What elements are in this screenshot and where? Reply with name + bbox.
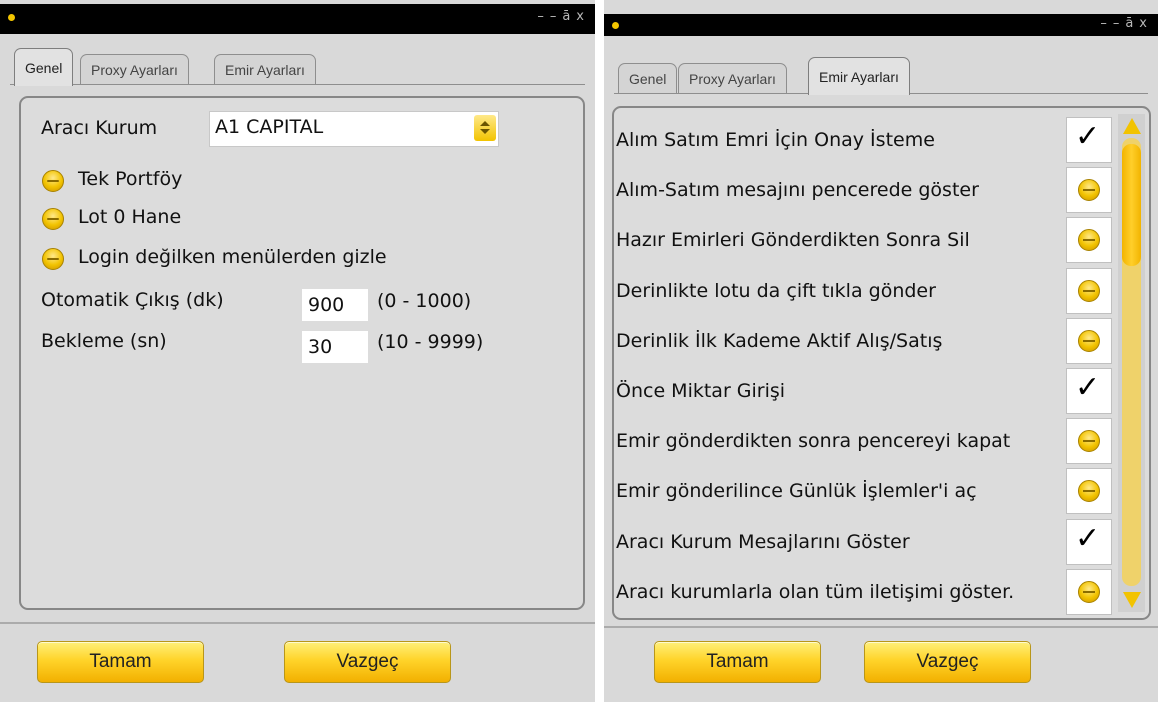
emir-option-checkbox[interactable]: ✓ — [1066, 117, 1112, 163]
emir-option-checkbox[interactable] — [1066, 167, 1112, 213]
checkmark-icon: ✓ — [1075, 366, 1100, 410]
emir-option-label: Emir gönderilince Günlük İşlemler'i aç — [616, 480, 977, 502]
lot-0-hane-label: Lot 0 Hane — [78, 206, 182, 228]
bekleme-range: (10 - 9999) — [377, 331, 484, 353]
emir-option-checkbox[interactable] — [1066, 318, 1112, 364]
scroll-down-icon[interactable] — [1123, 592, 1141, 608]
cancel-button[interactable]: Vazgeç — [284, 641, 451, 683]
tab-emir[interactable]: Emir Ayarları — [214, 54, 316, 85]
tek-portfoy-toggle[interactable] — [42, 170, 64, 192]
shade-button[interactable]: – — [550, 9, 560, 24]
tab-panel-border — [10, 84, 585, 85]
bekleme-label: Bekleme (sn) — [41, 330, 167, 352]
login-gizle-toggle[interactable] — [42, 248, 64, 270]
close-button[interactable]: x — [1139, 16, 1150, 31]
otomatik-cikis-value: 900 — [308, 294, 345, 316]
unchecked-indicator-icon — [1078, 581, 1100, 603]
unchecked-indicator-icon — [1078, 430, 1100, 452]
lot-0-hane-toggle[interactable] — [42, 208, 64, 230]
bekleme-input[interactable]: 30 — [302, 331, 368, 363]
title-bar: – – ā x — [604, 14, 1158, 36]
maximize-button[interactable]: ā — [1125, 16, 1136, 31]
bekleme-value: 30 — [308, 336, 333, 358]
login-gizle-label: Login değilken menülerden gizle — [78, 246, 387, 268]
unchecked-indicator-icon — [1078, 280, 1100, 302]
tab-emir[interactable]: Emir Ayarları — [808, 57, 910, 95]
emir-option-checkbox[interactable]: ✓ — [1066, 519, 1112, 565]
emir-scrollbar[interactable] — [1118, 114, 1145, 612]
emir-option-label: Alım Satım Emri İçin Onay İsteme — [616, 129, 935, 151]
emir-option-checkbox[interactable] — [1066, 468, 1112, 514]
emir-option-label: Aracı kurumlarla olan tüm iletişimi göst… — [616, 581, 1015, 603]
window-controls: – – ā x — [1097, 16, 1150, 31]
emir-option-label: Alım-Satım mesajını pencerede göster — [616, 179, 979, 201]
shade-button[interactable]: – — [1113, 16, 1123, 31]
window-controls: – – ā x — [534, 9, 587, 24]
maximize-button[interactable]: ā — [562, 9, 573, 24]
emir-option-label: Önce Miktar Girişi — [616, 380, 786, 402]
tab-proxy[interactable]: Proxy Ayarları — [80, 54, 189, 85]
button-bar-separator — [0, 622, 595, 624]
window-status-dot-icon — [8, 14, 15, 21]
scroll-up-icon[interactable] — [1123, 118, 1141, 134]
emir-option-label: Aracı Kurum Mesajlarını Göster — [616, 531, 910, 553]
ok-button[interactable]: Tamam — [654, 641, 821, 683]
minimize-button[interactable]: – — [1100, 16, 1110, 31]
emir-option-checkbox[interactable] — [1066, 569, 1112, 615]
emir-option-label: Derinlikte lotu da çift tıkla gönder — [616, 280, 936, 302]
emir-option-checkbox[interactable]: ✓ — [1066, 368, 1112, 414]
otomatik-cikis-input[interactable]: 900 — [302, 289, 368, 321]
dropdown-arrows-icon[interactable] — [474, 115, 496, 141]
tab-proxy[interactable]: Proxy Ayarları — [678, 63, 787, 94]
close-button[interactable]: x — [576, 9, 587, 24]
cancel-button[interactable]: Vazgeç — [864, 641, 1031, 683]
emir-option-checkbox[interactable] — [1066, 217, 1112, 263]
tek-portfoy-label: Tek Portföy — [78, 168, 183, 190]
checkmark-icon: ✓ — [1075, 517, 1100, 561]
checkmark-icon: ✓ — [1075, 115, 1100, 159]
tab-genel[interactable]: Genel — [618, 63, 678, 94]
araci-kurum-label: Aracı Kurum — [41, 117, 158, 139]
unchecked-indicator-icon — [1078, 330, 1100, 352]
otomatik-cikis-label: Otomatik Çıkış (dk) — [41, 289, 224, 311]
otomatik-cikis-range: (0 - 1000) — [377, 290, 472, 312]
emir-option-label: Hazır Emirleri Gönderdikten Sonra Sil — [616, 229, 970, 251]
ok-button[interactable]: Tamam — [37, 641, 204, 683]
emir-option-label: Emir gönderdikten sonra pencereyi kapat — [616, 430, 1011, 452]
emir-option-checkbox[interactable] — [1066, 268, 1112, 314]
araci-kurum-select[interactable]: A1 CAPITAL — [209, 111, 499, 147]
title-bar: – – ā x — [0, 4, 595, 34]
unchecked-indicator-icon — [1078, 229, 1100, 251]
tab-genel[interactable]: Genel — [14, 48, 74, 86]
minimize-button[interactable]: – — [537, 9, 547, 24]
window-status-dot-icon — [612, 22, 619, 29]
button-bar-separator — [604, 626, 1158, 628]
scroll-thumb[interactable] — [1122, 144, 1141, 266]
araci-kurum-value: A1 CAPITAL — [215, 116, 324, 138]
unchecked-indicator-icon — [1078, 480, 1100, 502]
unchecked-indicator-icon — [1078, 179, 1100, 201]
emir-option-label: Derinlik İlk Kademe Aktif Alış/Satış — [616, 330, 943, 352]
emir-option-checkbox[interactable] — [1066, 418, 1112, 464]
